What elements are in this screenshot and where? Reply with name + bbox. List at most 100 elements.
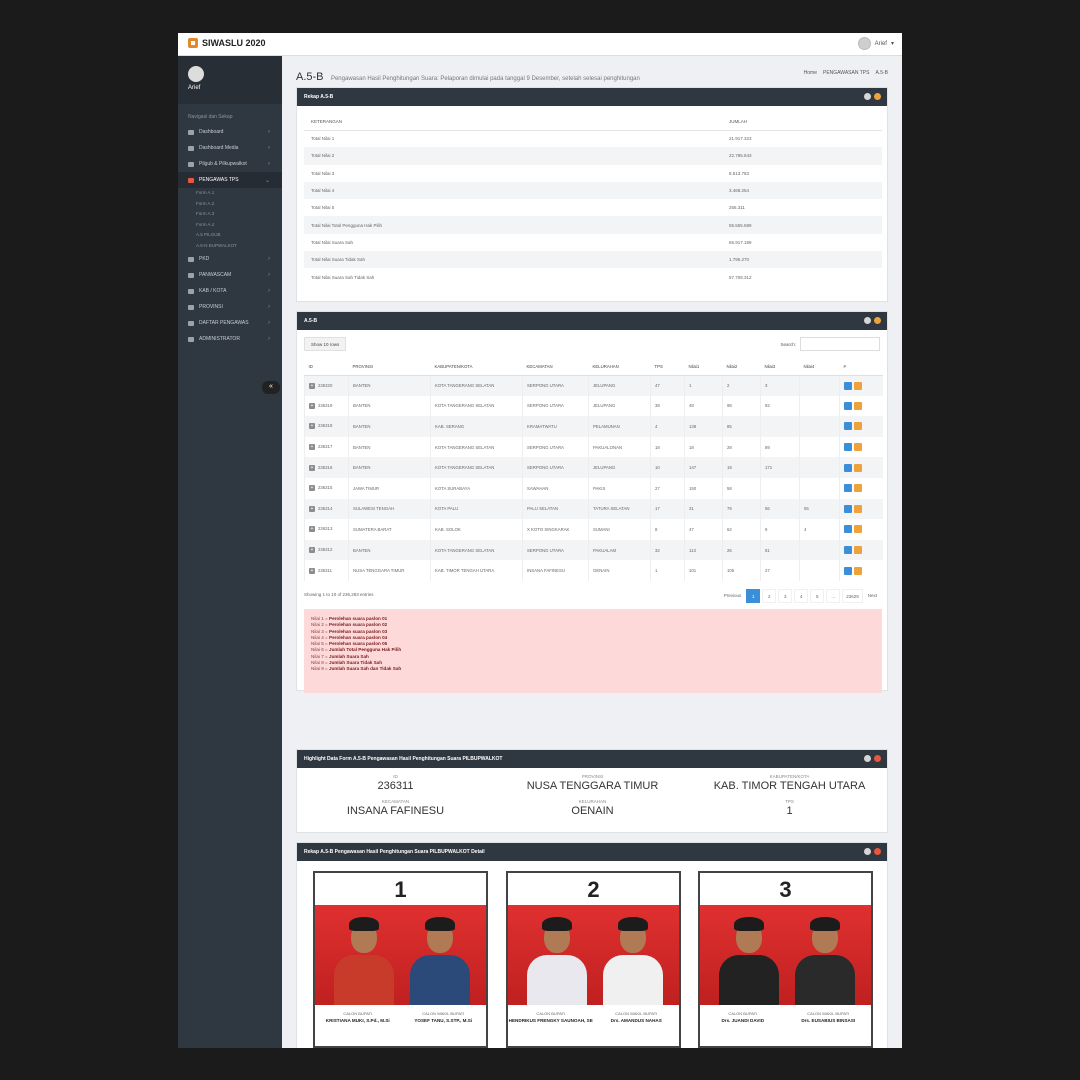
page-button[interactable]: ... — [826, 589, 841, 603]
expand-row-icon[interactable]: + — [309, 547, 315, 554]
collapse-icon[interactable] — [864, 755, 871, 762]
page-button[interactable]: 2 — [762, 589, 777, 603]
app-brand[interactable]: SIWASLU 2020 — [188, 38, 266, 48]
info-button[interactable] — [844, 401, 852, 410]
cell-value: 18 — [689, 444, 694, 450]
expand-row-icon[interactable]: + — [309, 485, 315, 492]
show-rows-button[interactable]: Show 10 rows — [304, 337, 347, 351]
page-button[interactable]: 5 — [810, 589, 825, 603]
sidebar-item[interactable]: PENGAWAS TPS ⌄ — [178, 172, 282, 188]
expand-row-icon[interactable]: + — [309, 505, 315, 512]
edit-button[interactable] — [854, 546, 862, 555]
table-cell — [799, 457, 840, 478]
column-header[interactable]: Nilai3 — [760, 359, 800, 376]
highlight-title: Highlight Data Form A.5-B Pengawasan Has… — [304, 756, 503, 762]
sidebar-item[interactable]: PROVINSI › — [178, 299, 282, 315]
sidebar-item[interactable]: PANWASCAM › — [178, 267, 282, 283]
sidebar-subitem[interactable]: Form A.4 — [178, 220, 282, 231]
collapse-icon[interactable] — [864, 93, 871, 100]
sidebar-collapse-button[interactable]: « — [262, 381, 280, 394]
column-header[interactable]: Nilai4 — [799, 359, 840, 376]
row-actions — [839, 436, 883, 458]
close-icon[interactable] — [874, 755, 881, 762]
sidebar-username: Arief — [188, 85, 201, 91]
page-button[interactable]: 1 — [746, 589, 761, 603]
info-button[interactable] — [844, 525, 852, 534]
table-cell — [799, 375, 840, 396]
table-row: Total Nilai 2 22.785.543 — [304, 147, 882, 165]
sidebar-item[interactable]: Dashboard › — [178, 124, 282, 140]
column-header[interactable]: KELURAHAN — [588, 359, 651, 376]
edit-button[interactable] — [854, 566, 862, 575]
search-input[interactable] — [800, 337, 880, 351]
refresh-icon[interactable] — [874, 317, 881, 324]
info-button[interactable] — [844, 422, 852, 431]
collapse-icon[interactable] — [864, 317, 871, 324]
sidebar-item[interactable]: PKD › — [178, 251, 282, 267]
column-header[interactable]: TPS — [650, 359, 685, 376]
refresh-icon[interactable] — [874, 93, 881, 100]
cell-value: 38 — [655, 403, 660, 409]
cell-value: KOTA TANGERANG SELATAN — [435, 383, 495, 389]
sidebar-item[interactable]: DAFTAR PENGAWAS › — [178, 315, 282, 331]
sidebar-subitem[interactable]: Form A.2 — [178, 199, 282, 210]
info-button[interactable] — [844, 443, 852, 452]
edit-button[interactable] — [854, 463, 862, 472]
expand-row-icon[interactable]: + — [309, 382, 315, 389]
column-header[interactable]: Nilai2 — [722, 359, 761, 376]
sidebar-subitem[interactable]: Form A.1 — [178, 188, 282, 199]
info-button[interactable] — [844, 504, 852, 513]
info-button[interactable] — [844, 566, 852, 575]
expand-row-icon[interactable]: + — [309, 567, 315, 574]
expand-row-icon[interactable]: + — [309, 464, 315, 471]
expand-row-icon[interactable]: + — [309, 423, 315, 430]
legend-desc: Perolehan suara paslon 01 — [329, 616, 388, 621]
sidebar-subitem[interactable]: A.5 PILGUB — [178, 230, 282, 241]
info-button[interactable] — [844, 463, 852, 472]
page-button[interactable]: Previous — [721, 589, 745, 603]
page-button[interactable]: 3 — [778, 589, 793, 603]
cell-value: BANTEN — [353, 423, 371, 429]
sidebar-subitem[interactable]: A.5-N BUPWALKOT — [178, 241, 282, 252]
breadcrumb-section[interactable]: PENGAWASAN TPS — [823, 70, 870, 76]
candidate-card[interactable]: 2 CALON BUPATI HENDRIKUS FRENGKY SAUNOAH, … — [506, 871, 681, 1048]
column-header[interactable]: ID — [304, 359, 349, 376]
info-button[interactable] — [844, 381, 852, 390]
column-header[interactable]: PROVINSI — [348, 359, 431, 376]
column-header[interactable]: Nilai1 — [684, 359, 723, 376]
close-icon[interactable] — [874, 848, 881, 855]
candidate-card[interactable]: 3 CALON BUPATI Drs. JUANDI DAVID CALON WAKI… — [698, 871, 873, 1048]
info-button[interactable] — [844, 546, 852, 555]
edit-button[interactable] — [854, 484, 862, 493]
column-header[interactable]: # — [839, 359, 883, 376]
edit-button[interactable] — [854, 504, 862, 513]
sidebar-item[interactable]: KAB / KOTA › — [178, 283, 282, 299]
page-button[interactable]: 4 — [794, 589, 809, 603]
expand-row-icon[interactable]: + — [309, 526, 315, 533]
edit-button[interactable] — [854, 381, 862, 390]
sidebar-item[interactable]: Dashboard Media › — [178, 140, 282, 156]
table-cell: 28 — [722, 436, 761, 458]
column-header[interactable]: KECAMATAN — [522, 359, 589, 376]
info-button[interactable] — [844, 484, 852, 493]
candidate-card[interactable]: 1 CALON BUPATI KRISTIANA MUKI, S.Pd., M.Si… — [313, 871, 488, 1048]
edit-button[interactable] — [854, 422, 862, 431]
table-cell: 27 — [650, 477, 685, 499]
user-menu[interactable]: Arief ▾ — [857, 37, 894, 50]
expand-row-icon[interactable]: + — [309, 444, 315, 451]
page-button[interactable]: 23629 — [842, 589, 863, 603]
table-cell: PALU SELATAN — [522, 498, 589, 520]
breadcrumb-home[interactable]: Home — [804, 70, 817, 76]
sidebar-item[interactable]: Pilgub & Pilkupwalkot › — [178, 156, 282, 172]
expand-row-icon[interactable]: + — [309, 402, 315, 409]
edit-button[interactable] — [854, 401, 862, 410]
edit-button[interactable] — [854, 525, 862, 534]
cell-value: 19 — [727, 465, 732, 471]
cell-value: 8 — [655, 526, 658, 532]
edit-button[interactable] — [854, 443, 862, 452]
sidebar-item[interactable]: ADMINISTRATOR › — [178, 331, 282, 347]
column-header[interactable]: KABUPATEN/KOTA — [430, 359, 523, 376]
page-button[interactable]: Next — [865, 589, 880, 603]
collapse-icon[interactable] — [864, 848, 871, 855]
sidebar-subitem[interactable]: Form A.3 — [178, 209, 282, 220]
